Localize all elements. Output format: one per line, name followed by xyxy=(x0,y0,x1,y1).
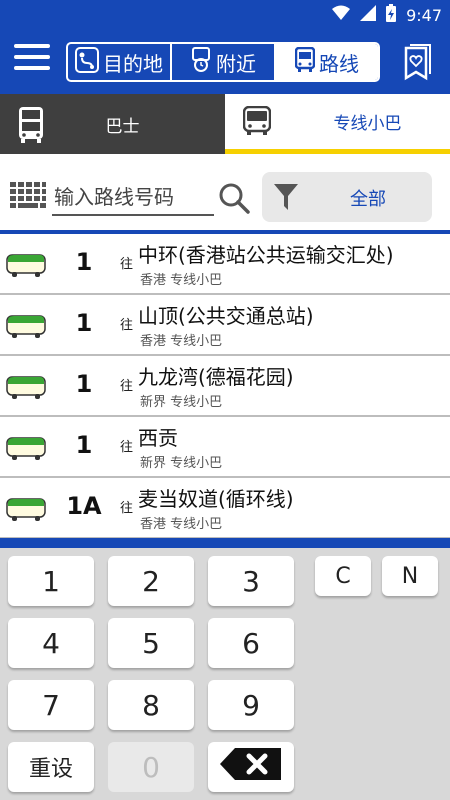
key-8[interactable]: 8 xyxy=(108,680,194,730)
route-number: 1A xyxy=(66,492,102,520)
status-bar: 9:47 xyxy=(0,0,450,30)
route-destination: 麦当奴道(循环线) xyxy=(138,487,294,511)
minibus-green-icon xyxy=(6,437,46,465)
minibus-green-icon xyxy=(6,498,46,526)
filter-label: 全部 xyxy=(350,189,386,210)
tab-minibus[interactable]: 专线小巴 xyxy=(225,94,450,154)
bookmark-heart-icon xyxy=(402,44,432,86)
tab-bus[interactable]: 巴士 xyxy=(0,94,225,154)
tab-minibus-label: 专线小巴 xyxy=(333,114,402,134)
tab-destination-label: 目的地 xyxy=(103,51,163,76)
key-5[interactable]: 5 xyxy=(108,618,194,668)
route-list: 1 往 中环(香港站公共运输交汇处) 香港 专线小巴 1 往 山顶(公共交通总站… xyxy=(0,234,450,540)
transport-tabs: 巴士 专线小巴 xyxy=(0,94,450,154)
mode-segmented-control: 目的地 附近 路线 xyxy=(66,42,380,82)
to-label: 往 xyxy=(120,318,134,333)
filter-icon xyxy=(274,184,298,214)
tab-destination[interactable]: 目的地 xyxy=(68,44,172,80)
battery-charging-icon xyxy=(386,4,397,26)
list-item[interactable]: 1 往 西贡 新界 专线小巴 xyxy=(0,417,450,478)
tab-routes-label: 路线 xyxy=(319,51,359,76)
route-subtitle: 新界 专线小巴 xyxy=(140,395,223,410)
backspace-icon xyxy=(219,747,283,788)
route-number: 1 xyxy=(75,309,93,337)
minibus-green-icon xyxy=(6,254,46,282)
bus-front-icon xyxy=(294,46,316,78)
route-subtitle: 香港 专线小巴 xyxy=(140,517,223,532)
tab-nearby-label: 附近 xyxy=(216,51,256,76)
signal-icon xyxy=(360,5,377,25)
route-number: 1 xyxy=(75,248,93,276)
app-bar: 目的地 附近 路线 xyxy=(0,30,450,94)
list-item[interactable]: 1 往 山顶(公共交通总站) 香港 专线小巴 xyxy=(0,295,450,356)
key-0[interactable]: 0 xyxy=(108,742,194,792)
list-item[interactable]: 1 往 九龙湾(德福花园) 新界 专线小巴 xyxy=(0,356,450,417)
status-icons: 9:47 xyxy=(332,4,442,26)
keypad-divider xyxy=(0,538,450,548)
key-letter-n[interactable]: N xyxy=(382,556,438,596)
route-number: 1 xyxy=(75,431,93,459)
to-label: 往 xyxy=(120,440,134,455)
key-4[interactable]: 4 xyxy=(8,618,94,668)
menu-button[interactable] xyxy=(14,44,50,80)
key-1[interactable]: 1 xyxy=(8,556,94,606)
route-keypad: 1 2 3 C N 4 5 6 7 8 9 重设 0 xyxy=(0,548,450,800)
key-9[interactable]: 9 xyxy=(208,680,294,730)
minibus-green-icon xyxy=(6,315,46,343)
route-subtitle: 香港 专线小巴 xyxy=(140,334,223,349)
bookmarks-button[interactable] xyxy=(402,42,432,82)
key-letter-c[interactable]: C xyxy=(315,556,371,596)
route-subtitle: 新界 专线小巴 xyxy=(140,456,223,471)
to-label: 往 xyxy=(120,379,134,394)
route-destination: 九龙湾(德福花园) xyxy=(138,365,294,389)
list-item[interactable]: 1 往 中环(香港站公共运输交汇处) 香港 专线小巴 xyxy=(0,234,450,295)
reset-button[interactable]: 重设 xyxy=(8,742,94,792)
key-3[interactable]: 3 xyxy=(208,556,294,606)
status-time: 9:47 xyxy=(406,5,442,25)
tab-nearby[interactable]: 附近 xyxy=(172,44,276,80)
hamburger-icon xyxy=(14,44,50,70)
key-7[interactable]: 7 xyxy=(8,680,94,730)
backspace-button[interactable] xyxy=(208,742,294,792)
search-icon[interactable] xyxy=(218,182,250,218)
route-destination: 西贡 xyxy=(138,426,178,450)
key-2[interactable]: 2 xyxy=(108,556,194,606)
to-label: 往 xyxy=(120,257,134,272)
key-6[interactable]: 6 xyxy=(208,618,294,668)
route-destination: 中环(香港站公共运输交汇处) xyxy=(138,243,394,267)
route-destination: 山顶(公共交通总站) xyxy=(138,304,314,328)
nearby-stop-icon xyxy=(190,46,212,78)
minibus-green-icon xyxy=(6,376,46,404)
route-subtitle: 香港 专线小巴 xyxy=(140,273,223,288)
route-number-input[interactable] xyxy=(52,180,214,216)
search-row: 全部 xyxy=(0,154,450,234)
route-number: 1 xyxy=(75,370,93,398)
region-filter-button[interactable]: 全部 xyxy=(262,172,432,222)
route-pin-icon xyxy=(75,46,99,78)
to-label: 往 xyxy=(120,501,134,516)
tab-routes[interactable]: 路线 xyxy=(276,44,378,80)
keyboard-icon[interactable] xyxy=(10,182,46,214)
tab-bus-label: 巴士 xyxy=(105,116,140,137)
list-item[interactable]: 1A 往 麦当奴道(循环线) 香港 专线小巴 xyxy=(0,478,450,539)
wifi-icon xyxy=(332,5,351,25)
